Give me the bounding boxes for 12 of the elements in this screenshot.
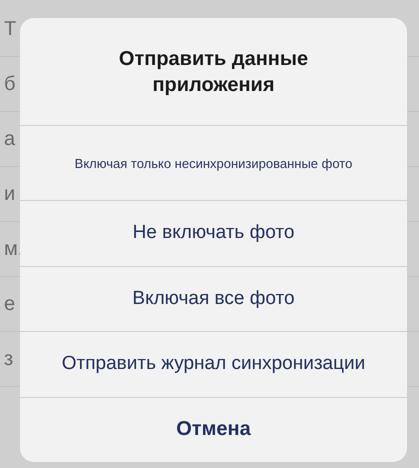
background-text: и xyxy=(4,182,16,206)
action-button[interactable]: Отправить журнал синхронизации xyxy=(20,332,407,398)
sheet-title: Отправить данные приложения xyxy=(118,46,310,98)
cancel-button[interactable]: Отмена xyxy=(20,398,407,462)
action-button[interactable]: Включая все фото xyxy=(20,266,407,332)
background-text: е xyxy=(4,292,16,316)
sheet-message: Включая только несинхронизированные фото xyxy=(74,156,352,170)
action-button[interactable]: Не включать фото xyxy=(20,201,407,266)
background-text: Т xyxy=(4,18,16,40)
background-text: б xyxy=(4,72,16,96)
background-text: з xyxy=(4,348,14,370)
background-text: а xyxy=(4,128,16,150)
